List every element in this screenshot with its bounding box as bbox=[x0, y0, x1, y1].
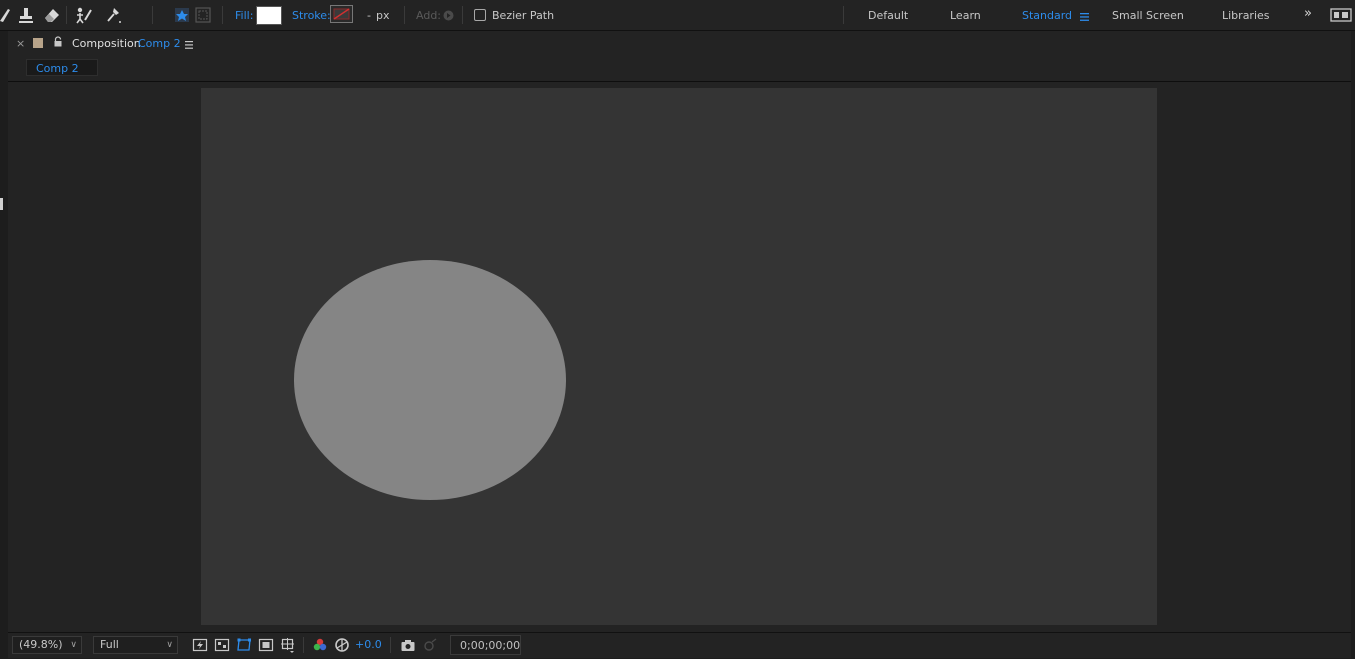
zoom-dropdown[interactable]: (49.8%) ∨ bbox=[12, 636, 82, 654]
ellipse-shape-layer[interactable] bbox=[294, 260, 566, 500]
workspace-default[interactable]: Default bbox=[868, 9, 908, 22]
show-channel-icon[interactable] bbox=[312, 637, 328, 653]
toolbar-separator bbox=[404, 6, 405, 24]
canvas-svg bbox=[294, 260, 566, 500]
composition-panel-header bbox=[8, 31, 1351, 82]
add-label: Add: bbox=[416, 9, 442, 22]
close-panel-icon[interactable]: × bbox=[16, 37, 25, 50]
grid-guides-options-icon[interactable] bbox=[280, 637, 296, 653]
fill-color-swatch[interactable] bbox=[256, 6, 282, 25]
no-stroke-icon bbox=[333, 8, 350, 20]
roto-brush-tool-icon[interactable] bbox=[74, 5, 94, 25]
panel-menu-icon[interactable] bbox=[185, 39, 195, 49]
bottom-separator bbox=[390, 637, 391, 653]
fill-label[interactable]: Fill: bbox=[235, 9, 253, 22]
workspace-menu-icon[interactable] bbox=[1080, 11, 1090, 21]
region-of-interest-icon[interactable] bbox=[258, 637, 274, 653]
toolbar-separator bbox=[152, 6, 153, 24]
chevron-down-icon: ∨ bbox=[166, 640, 173, 650]
puppet-pin-tool-icon[interactable] bbox=[104, 5, 124, 25]
panel-comp-name[interactable]: Comp 2 bbox=[138, 37, 181, 50]
take-snapshot-icon[interactable] bbox=[400, 637, 416, 653]
add-arrow-icon[interactable] bbox=[443, 10, 454, 21]
timecode-value: 0;00;00;00 bbox=[460, 639, 521, 652]
show-snapshot-icon[interactable] bbox=[422, 637, 438, 653]
eraser-tool-icon[interactable] bbox=[42, 5, 62, 25]
mask-path-visibility-icon[interactable] bbox=[236, 637, 252, 653]
reset-exposure-icon[interactable] bbox=[334, 637, 350, 653]
brush-tool-icon[interactable] bbox=[0, 5, 16, 25]
panel-resize-handle[interactable] bbox=[0, 198, 3, 210]
comp-label-color-swatch[interactable] bbox=[33, 38, 43, 48]
workspace-small-screen[interactable]: Small Screen bbox=[1112, 9, 1184, 22]
workspace-libraries[interactable]: Libraries bbox=[1222, 9, 1270, 22]
current-time-display[interactable]: 0;00;00;00 bbox=[450, 635, 521, 655]
zoom-value: (49.8%) bbox=[19, 638, 63, 651]
workspace-standard[interactable]: Standard bbox=[1022, 9, 1072, 22]
fast-previews-icon[interactable] bbox=[192, 637, 208, 653]
stroke-label[interactable]: Stroke: bbox=[292, 9, 331, 22]
exposure-value[interactable]: +0.0 bbox=[355, 638, 382, 651]
toolbar-separator bbox=[222, 6, 223, 24]
chevron-down-icon: ∨ bbox=[70, 640, 77, 650]
stroke-color-swatch[interactable] bbox=[330, 5, 353, 23]
search-help-icon[interactable] bbox=[1330, 8, 1352, 22]
tool-creates-shape-icon[interactable] bbox=[172, 5, 192, 25]
tool-creates-mask-icon[interactable] bbox=[193, 5, 213, 25]
clone-stamp-tool-icon[interactable] bbox=[16, 5, 36, 25]
more-workspaces-icon[interactable]: » bbox=[1304, 7, 1318, 20]
stroke-width-value[interactable]: - bbox=[367, 9, 371, 22]
toolbar-separator bbox=[462, 6, 463, 24]
resolution-dropdown[interactable]: Full ∨ bbox=[93, 636, 178, 654]
stroke-unit: px bbox=[376, 9, 390, 22]
bezier-path-checkbox[interactable] bbox=[474, 9, 486, 21]
viewer-bottom-bar bbox=[8, 632, 1351, 658]
transparency-grid-icon[interactable] bbox=[214, 637, 230, 653]
composition-canvas[interactable] bbox=[201, 88, 1157, 625]
panel-title: Composition bbox=[72, 37, 141, 50]
tab-comp-2[interactable]: Comp 2 bbox=[26, 59, 98, 76]
toolbar-separator bbox=[843, 6, 844, 24]
workspace-learn[interactable]: Learn bbox=[950, 9, 981, 22]
resolution-value: Full bbox=[100, 638, 119, 651]
toolbar-separator bbox=[66, 6, 67, 24]
tab-comp-2-label: Comp 2 bbox=[36, 62, 79, 75]
bottom-separator bbox=[303, 637, 304, 653]
bezier-path-label[interactable]: Bezier Path bbox=[492, 9, 554, 22]
lock-icon[interactable] bbox=[53, 36, 63, 48]
